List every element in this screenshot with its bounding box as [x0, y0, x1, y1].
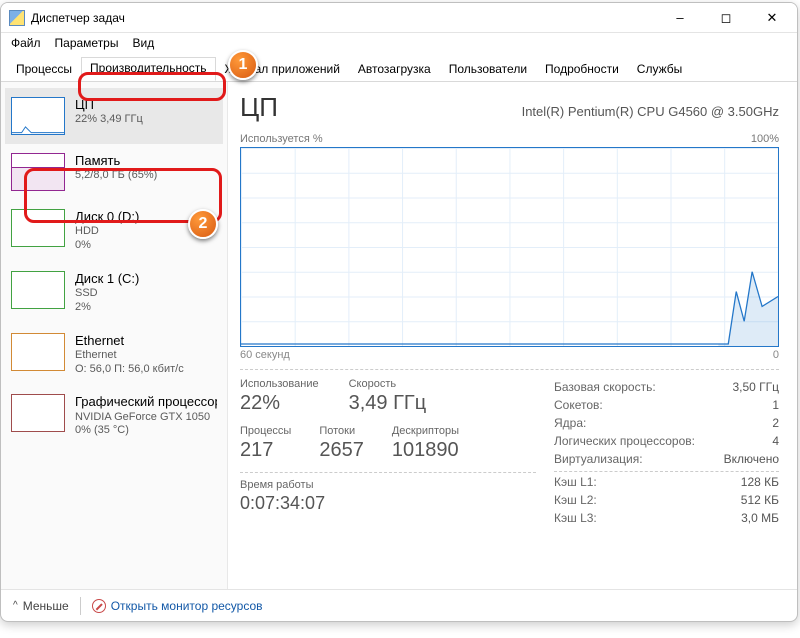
- speed-label: Скорость: [349, 378, 427, 390]
- cpu-spec: Intel(R) Pentium(R) CPU G4560 @ 3.50GHz: [522, 104, 779, 119]
- base-speed-value: 3,50 ГГц: [732, 380, 779, 394]
- menu-file[interactable]: Файл: [5, 35, 47, 51]
- sidebar-item-cpu[interactable]: ЦП 22% 3,49 ГГц: [5, 88, 223, 144]
- footer: ^ Меньше Открыть монитор ресурсов: [1, 589, 797, 621]
- tab-details[interactable]: Подробности: [536, 58, 628, 82]
- sidebar-item-sub: Ethernet: [75, 349, 184, 363]
- cores-value: 2: [772, 416, 779, 430]
- sidebar-item-sub: SSD: [75, 287, 139, 301]
- virt-label: Виртуализация:: [554, 452, 643, 466]
- app-icon: [9, 10, 25, 26]
- sidebar-item-sub: HDD: [75, 225, 139, 239]
- cores-label: Ядра:: [554, 416, 586, 430]
- usage-value: 22%: [240, 392, 319, 415]
- titlebar: Диспетчер задач – ◻ ✕: [1, 3, 797, 33]
- content-area: ЦП 22% 3,49 ГГц Память 5,2/8,0 ГБ (65%) …: [1, 82, 797, 589]
- sidebar-item-label: Диск 0 (D:): [75, 209, 139, 225]
- uptime-label: Время работы: [240, 472, 536, 491]
- tab-services[interactable]: Службы: [628, 58, 691, 82]
- sidebar-item-sub2: 0%: [75, 239, 139, 253]
- tab-users[interactable]: Пользователи: [440, 58, 536, 82]
- sidebar-item-sub: 22% 3,49 ГГц: [75, 113, 143, 127]
- chart-label-bl: 60 секунд: [240, 349, 290, 361]
- gpu-thumb: [11, 394, 65, 432]
- usage-label: Использование: [240, 378, 319, 390]
- resource-monitor-icon: [92, 599, 106, 613]
- close-button[interactable]: ✕: [749, 3, 795, 33]
- chart-label-br: 0: [773, 349, 779, 361]
- virt-value: Включено: [724, 452, 779, 466]
- menu-view[interactable]: Вид: [126, 35, 160, 51]
- sidebar-item-label: Диск 1 (C:): [75, 271, 139, 287]
- tab-performance[interactable]: Производительность: [81, 57, 215, 81]
- sidebar-item-ethernet[interactable]: Ethernet Ethernet О: 56,0 П: 56,0 кбит/с: [5, 324, 223, 386]
- sidebar-item-memory[interactable]: Память 5,2/8,0 ГБ (65%): [5, 144, 223, 200]
- detail-title: ЦП: [240, 92, 278, 123]
- menu-bar: Файл Параметры Вид: [1, 33, 797, 53]
- sidebar-item-sub: NVIDIA GeForce GTX 1050: [75, 411, 217, 425]
- menu-options[interactable]: Параметры: [49, 35, 125, 51]
- sidebar-item-label: Память: [75, 153, 157, 169]
- l1-value: 128 КБ: [741, 475, 779, 489]
- l3-value: 3,0 МБ: [741, 511, 779, 525]
- maximize-button[interactable]: ◻: [703, 3, 749, 33]
- sidebar-item-label: ЦП: [75, 97, 143, 113]
- open-resource-monitor-label: Открыть монитор ресурсов: [111, 599, 263, 613]
- sockets-value: 1: [772, 398, 779, 412]
- sidebar-item-sub: 5,2/8,0 ГБ (65%): [75, 169, 157, 183]
- sidebar-item-label: Графический процессор 0: [75, 394, 217, 410]
- cpu-usage-chart: [240, 147, 779, 347]
- l1-label: Кэш L1:: [554, 475, 597, 489]
- threads-value: 2657: [319, 439, 364, 462]
- l2-value: 512 КБ: [741, 493, 779, 507]
- stats-grid: Использование 22% Скорость 3,49 ГГц Проц…: [240, 369, 779, 583]
- sidebar-item-gpu[interactable]: Графический процессор 0 NVIDIA GeForce G…: [5, 385, 223, 447]
- uptime-value: 0:07:34:07: [240, 493, 536, 514]
- threads-label: Потоки: [319, 425, 364, 437]
- sidebar-item-sub2: 0% (35 °C): [75, 424, 217, 438]
- fewer-details-label: Меньше: [23, 599, 69, 613]
- task-manager-window: Диспетчер задач – ◻ ✕ Файл Параметры Вид…: [0, 2, 798, 622]
- chart-label-tr: 100%: [751, 133, 779, 145]
- performance-sidebar: ЦП 22% 3,49 ГГц Память 5,2/8,0 ГБ (65%) …: [1, 82, 228, 589]
- handles-value: 101890: [392, 439, 459, 462]
- disk0-thumb: [11, 209, 65, 247]
- cpu-thumb: [11, 97, 65, 135]
- l3-label: Кэш L3:: [554, 511, 597, 525]
- base-speed-label: Базовая скорость:: [554, 380, 656, 394]
- sidebar-item-sub2: 2%: [75, 301, 139, 315]
- tab-startup[interactable]: Автозагрузка: [349, 58, 440, 82]
- sidebar-item-disk1[interactable]: Диск 1 (C:) SSD 2%: [5, 262, 223, 324]
- open-resource-monitor-link[interactable]: Открыть монитор ресурсов: [92, 599, 263, 613]
- tab-processes[interactable]: Процессы: [7, 58, 81, 82]
- handles-label: Дескрипторы: [392, 425, 459, 437]
- chevron-up-icon: ^: [13, 600, 18, 611]
- chart-label-tl: Используется %: [240, 133, 323, 145]
- fewer-details-button[interactable]: ^ Меньше: [13, 599, 69, 613]
- sidebar-item-sub2: О: 56,0 П: 56,0 кбит/с: [75, 363, 184, 377]
- sidebar-item-label: Ethernet: [75, 333, 184, 349]
- minimize-button[interactable]: –: [657, 3, 703, 33]
- processes-value: 217: [240, 439, 291, 462]
- disk1-thumb: [11, 271, 65, 309]
- footer-separator: [80, 597, 81, 615]
- processes-label: Процессы: [240, 425, 291, 437]
- memory-thumb: [11, 153, 65, 191]
- callout-2: 2: [188, 209, 218, 239]
- l2-label: Кэш L2:: [554, 493, 597, 507]
- window-title: Диспетчер задач: [31, 11, 657, 25]
- logical-label: Логических процессоров:: [554, 434, 695, 448]
- details-pane: ЦП Intel(R) Pentium(R) CPU G4560 @ 3.50G…: [228, 82, 797, 589]
- sockets-label: Сокетов:: [554, 398, 603, 412]
- tabs-bar: Процессы Производительность Журнал прило…: [1, 53, 797, 82]
- speed-value: 3,49 ГГц: [349, 392, 427, 415]
- eth-thumb: [11, 333, 65, 371]
- callout-1: 1: [228, 50, 258, 80]
- logical-value: 4: [772, 434, 779, 448]
